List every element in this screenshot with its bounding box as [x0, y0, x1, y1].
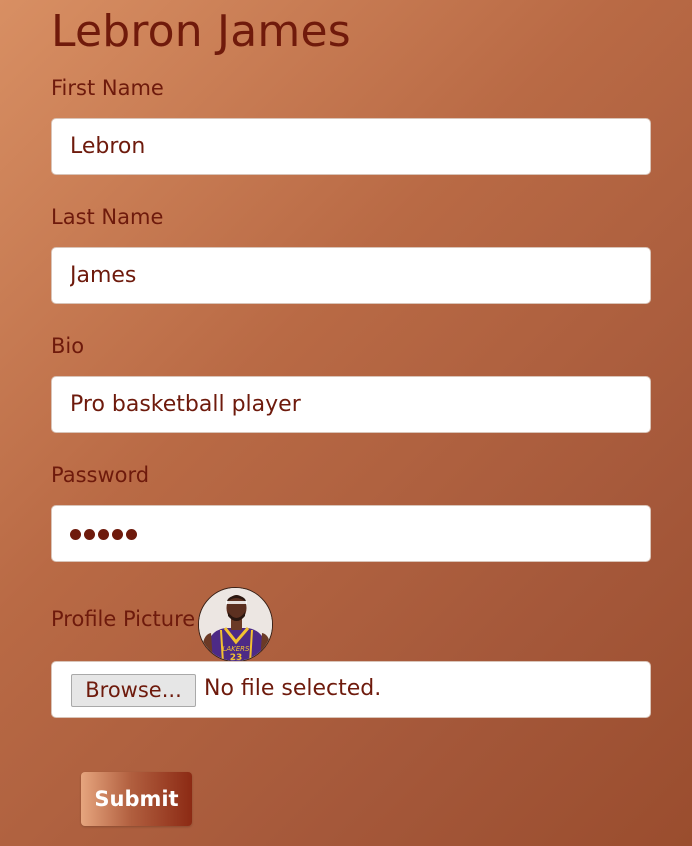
password-dot — [126, 528, 137, 540]
last-name-label: Last Name — [51, 205, 164, 229]
first-name-field[interactable] — [51, 118, 651, 175]
bio-field[interactable] — [51, 376, 651, 433]
bio-label: Bio — [51, 334, 85, 358]
password-field[interactable] — [51, 505, 651, 562]
profile-picture-file-input[interactable]: Browse... No file selected. — [51, 661, 651, 718]
last-name-field[interactable] — [51, 247, 651, 304]
file-status-text: No file selected. — [204, 676, 382, 701]
submit-button[interactable]: Submit — [81, 772, 192, 826]
password-dot — [70, 528, 81, 540]
page-title: Lebron James — [51, 6, 351, 57]
password-dot — [112, 528, 123, 540]
avatar: LAKERS 23 — [198, 587, 273, 662]
svg-text:LAKERS: LAKERS — [222, 645, 250, 653]
browse-button[interactable]: Browse... — [71, 674, 196, 707]
first-name-label: First Name — [51, 76, 164, 100]
password-label: Password — [51, 463, 150, 487]
password-dot — [84, 528, 95, 540]
profile-photo-image: LAKERS 23 — [199, 588, 272, 661]
password-dot — [98, 528, 109, 540]
profile-picture-label: Profile Picture — [51, 607, 196, 631]
